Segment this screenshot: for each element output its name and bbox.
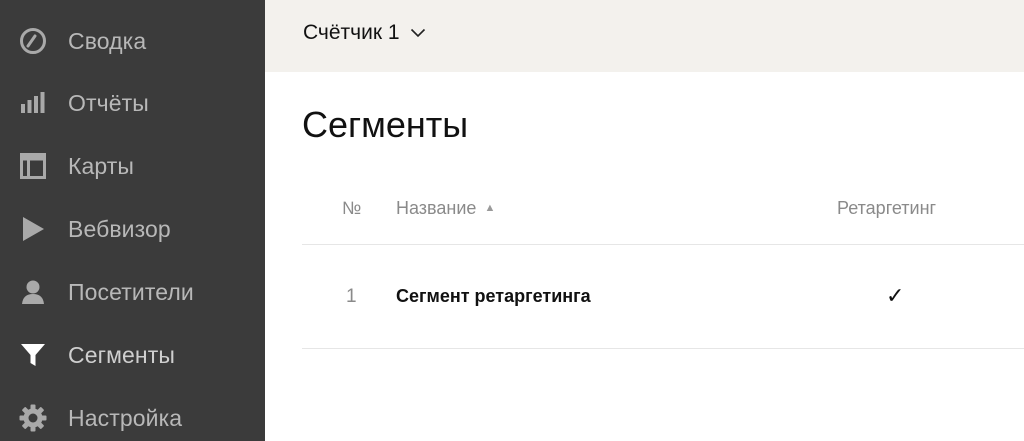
bar-chart-icon	[18, 88, 48, 118]
column-header-name[interactable]: Название ▲	[396, 198, 495, 219]
counter-label: Счётчик 1	[303, 21, 400, 44]
filter-icon	[18, 340, 48, 370]
segment-name-link[interactable]: Сегмент ретаргетинга	[396, 286, 591, 307]
sidebar-item-visitors[interactable]: Посетители	[0, 264, 265, 320]
column-header-number: №	[342, 198, 362, 218]
sidebar-item-label: Сводка	[68, 27, 147, 54]
header: Счётчик 1	[265, 0, 1024, 72]
chevron-down-icon	[410, 25, 426, 43]
play-icon	[18, 214, 48, 244]
row-divider	[302, 348, 1024, 349]
column-header-name-label: Название	[396, 198, 477, 218]
sidebar-item-label: Карты	[68, 152, 135, 179]
column-header-retargeting: Ретаргетинг	[837, 198, 937, 218]
sidebar: Сводка Отчёты Карты Вебвизор Посетители …	[0, 0, 265, 441]
counter-select[interactable]: Счётчик 1	[303, 18, 426, 48]
sidebar-item-label: Вебвизор	[68, 215, 171, 242]
page-title: Сегменты	[302, 104, 469, 145]
sidebar-item-maps[interactable]: Карты	[0, 138, 265, 194]
checkmark-icon: ✓	[886, 283, 905, 308]
layout-map-icon	[18, 151, 48, 181]
user-icon	[18, 277, 48, 307]
sidebar-item-summary[interactable]: Сводка	[0, 13, 265, 69]
sidebar-item-segments[interactable]: Сегменты	[0, 327, 265, 383]
sidebar-item-reports[interactable]: Отчёты	[0, 75, 265, 131]
gear-icon	[18, 403, 48, 433]
sidebar-item-label: Посетители	[68, 278, 194, 305]
header-divider	[302, 244, 1024, 245]
sidebar-item-webvisor[interactable]: Вебвизор	[0, 201, 265, 257]
row-number: 1	[346, 286, 357, 307]
sidebar-item-label: Отчёты	[68, 89, 149, 116]
sort-ascending-icon: ▲	[484, 202, 496, 214]
sidebar-item-settings[interactable]: Настройка	[0, 390, 265, 441]
dashboard-gauge-icon	[18, 26, 48, 56]
sidebar-item-label: Сегменты	[68, 341, 175, 368]
sidebar-item-label: Настройка	[68, 404, 183, 431]
